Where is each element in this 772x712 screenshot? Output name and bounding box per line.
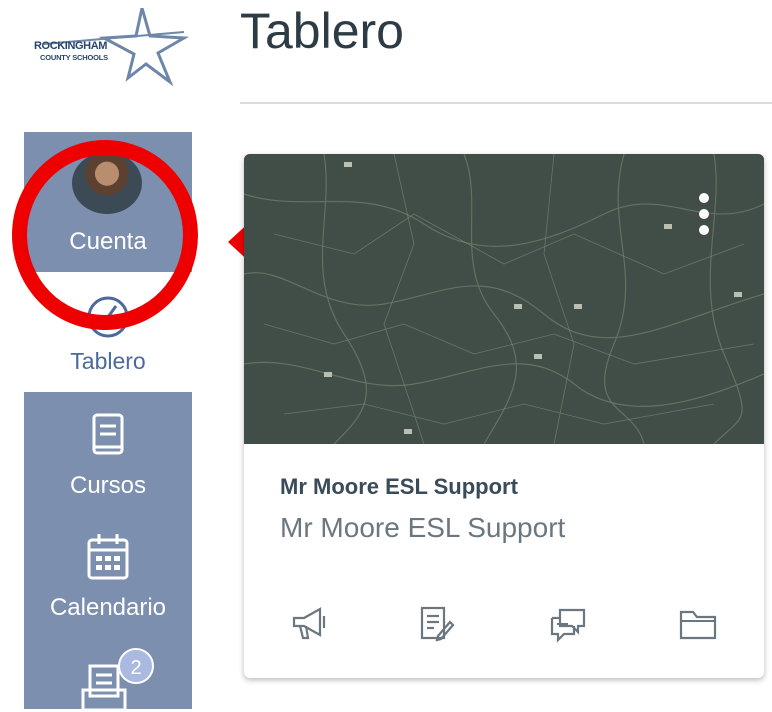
nav-courses-label: Cursos xyxy=(69,472,147,499)
annotation-red-circle xyxy=(12,140,198,330)
inbox-unread-badge: 2 xyxy=(118,648,154,684)
nav-calendar[interactable]: Calendario xyxy=(24,522,192,640)
page-title: Tablero xyxy=(240,3,404,59)
announcements-icon[interactable] xyxy=(290,604,330,644)
discussions-icon[interactable] xyxy=(548,604,588,644)
course-card[interactable]: Mr Moore ESL Support Mr Moore ESL Suppor… xyxy=(244,154,764,678)
nav-dashboard-label: Tablero xyxy=(70,348,146,374)
logo-text-line2: COUNTY SCHOOLS xyxy=(40,53,108,62)
course-card-title[interactable]: Mr Moore ESL Support xyxy=(280,474,518,500)
course-card-map-image[interactable] xyxy=(244,154,764,444)
nav-calendar-label: Calendario xyxy=(49,594,167,621)
nav-courses[interactable]: Cursos xyxy=(24,400,192,515)
files-folder-icon[interactable] xyxy=(678,604,718,644)
header-divider xyxy=(240,102,772,104)
courses-book-icon xyxy=(92,413,124,455)
assignments-icon[interactable] xyxy=(416,604,456,644)
calendar-icon xyxy=(87,534,129,580)
card-options-menu-icon[interactable] xyxy=(696,190,712,240)
course-card-subtitle: Mr Moore ESL Support xyxy=(280,512,566,543)
nav-inbox[interactable] xyxy=(24,650,192,712)
logo-text-line1: ROCKINGHAM xyxy=(34,40,107,52)
